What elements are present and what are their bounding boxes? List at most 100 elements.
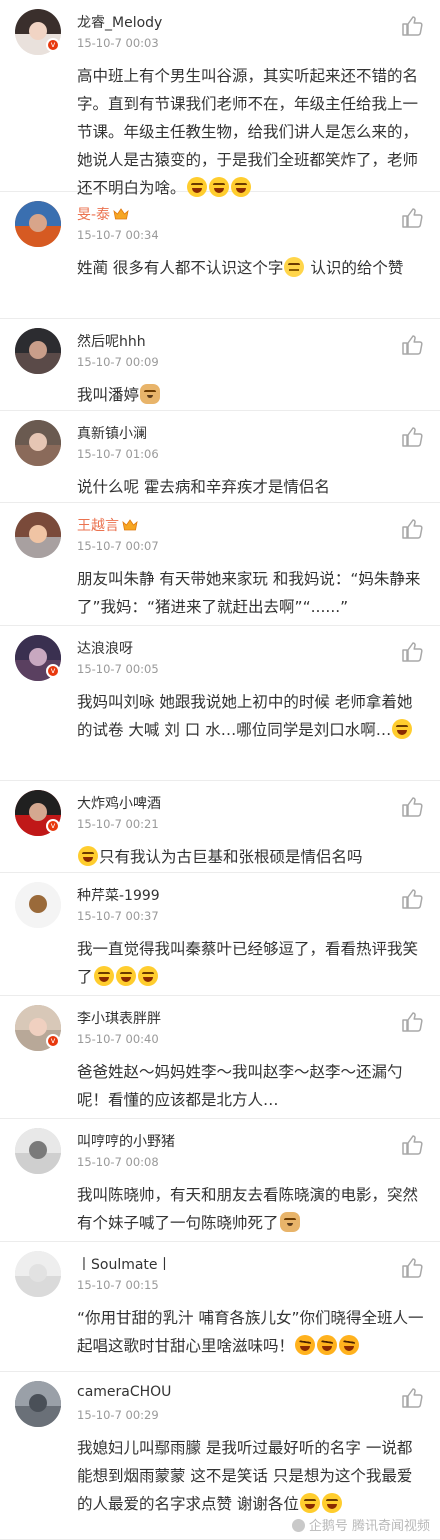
angry-emoji-icon xyxy=(295,1335,316,1355)
comment-time: 15-10-7 00:15 xyxy=(77,1278,159,1292)
comment-text: 我叫潘婷 xyxy=(77,381,427,409)
verified-badge-icon: v xyxy=(46,664,60,678)
username-text: 大炸鸡小啤酒 xyxy=(77,796,161,812)
like-button[interactable] xyxy=(400,795,424,819)
comment-item: 旻-泰 15-10-7 00:34 姓蔺 很多有人都不认识这个字 认识的给个赞 xyxy=(0,192,440,319)
watermark-text: 企鹅号 腾讯奇闻视频 xyxy=(308,1519,430,1534)
thumbs-up-icon xyxy=(400,642,424,668)
crown-icon xyxy=(122,519,138,531)
comment-item: 王越言 15-10-7 00:07 朋友叫朱静 有天带她来家玩 和我妈说：“妈朱静来… xyxy=(0,503,440,626)
comment-text: 我叫陈晓帅，有天和朋友去看陈晓演的电影，突然有个妹子喊了一句陈晓帅死了 xyxy=(77,1181,427,1237)
watermark: 企鹅号 腾讯奇闻视频 xyxy=(291,1515,430,1534)
avatar[interactable] xyxy=(15,1251,61,1297)
angry-emoji-icon xyxy=(317,1335,338,1355)
comment-text-main: 说什么呢 霍去病和辛弃疾才是情侣名 xyxy=(77,478,330,496)
avatar[interactable] xyxy=(15,512,61,558)
comment-text: 高中班上有个男生叫谷源，其实听起来还不错的名字。直到有节课我们老师不在，年级主任… xyxy=(77,62,427,202)
username-text: 王越言 xyxy=(77,518,119,534)
comment-item: v 达浪浪呀 15-10-7 00:05 我妈叫刘咏 她跟我说她上初中的时候 老师拿着… xyxy=(0,626,440,781)
comment-text-main: 我妈叫刘咏 她跟我说她上初中的时候 老师拿着她的试卷 大喊 刘 口 水…哪位同学… xyxy=(77,693,413,739)
username[interactable]: 大炸鸡小啤酒 xyxy=(77,793,161,813)
like-button[interactable] xyxy=(400,206,424,230)
comment-text-main: 朋友叫朱静 有天带她来家玩 和我妈说：“妈朱静来了”我妈：“猪进来了就赶出去啊”… xyxy=(77,570,421,616)
comment-text: 我媳妇儿叫鄢雨朦 是我听过最好听的名字 一说都能想到烟雨蒙蒙 这不是笑话 只是想… xyxy=(77,1434,427,1518)
username[interactable]: 然后呢hhh xyxy=(77,331,146,351)
username[interactable]: 叫哼哼的小野猪 xyxy=(77,1131,175,1151)
comment-text-main: 我叫潘婷 xyxy=(77,386,140,404)
comment-time: 15-10-7 00:40 xyxy=(77,1032,159,1046)
username[interactable]: 真新镇小澜 xyxy=(77,423,147,443)
comment-item: v 李小琪表胖胖 15-10-7 00:40 爸爸姓赵～妈妈姓李～我叫赵李～赵李～还漏… xyxy=(0,996,440,1119)
crown-icon xyxy=(113,208,129,220)
laugh-emoji-icon xyxy=(299,1493,320,1513)
thumbs-up-icon xyxy=(400,1388,424,1414)
username[interactable]: 王越言 xyxy=(77,515,138,535)
username-text: 李小琪表胖胖 xyxy=(77,1011,161,1027)
comment-text: 爸爸姓赵～妈妈姓李～我叫赵李～赵李～还漏勺呢！看懂的应该都是北方人… xyxy=(77,1058,427,1114)
like-button[interactable] xyxy=(400,333,424,357)
verified-badge-icon: v xyxy=(46,819,60,833)
comment-text: “你用甘甜的乳汁 哺育各族儿女”你们晓得全班人一起唱这歌时甘甜心里啥滋味吗！ xyxy=(77,1304,427,1360)
avatar[interactable] xyxy=(15,420,61,466)
thumbs-up-icon xyxy=(400,335,424,361)
laugh-emoji-icon xyxy=(93,966,114,986)
thumbs-up-icon xyxy=(400,1012,424,1038)
comment-time: 15-10-7 00:34 xyxy=(77,228,159,242)
verified-badge-icon: v xyxy=(46,1034,60,1048)
comment-time: 15-10-7 00:05 xyxy=(77,662,159,676)
like-button[interactable] xyxy=(400,887,424,911)
username[interactable]: cameraCHOU xyxy=(77,1384,171,1400)
username[interactable]: 李小琪表胖胖 xyxy=(77,1008,161,1028)
comment-text: 我妈叫刘咏 她跟我说她上初中的时候 老师拿着她的试卷 大喊 刘 口 水…哪位同学… xyxy=(77,688,427,744)
thumbs-up-icon xyxy=(400,1135,424,1161)
like-button[interactable] xyxy=(400,14,424,38)
penguin-logo-icon xyxy=(291,1519,305,1532)
like-button[interactable] xyxy=(400,640,424,664)
comment-text: 姓蔺 很多有人都不认识这个字 认识的给个赞 xyxy=(77,254,427,282)
username[interactable]: 丨Soulmate丨 xyxy=(77,1254,172,1274)
avatar[interactable] xyxy=(15,201,61,247)
thumbs-up-icon xyxy=(400,208,424,234)
comment-text-main: “你用甘甜的乳汁 哺育各族儿女”你们晓得全班人一起唱这歌时甘甜心里啥滋味吗！ xyxy=(77,1309,424,1355)
comment-text-main: 只有我认为古巨基和张根硕是情侣名吗 xyxy=(99,848,363,866)
laugh-emoji-icon xyxy=(78,846,98,866)
like-button[interactable] xyxy=(400,1133,424,1157)
comment-text-main: 高中班上有个男生叫谷源，其实听起来还不错的名字。直到有节课我们老师不在，年级主任… xyxy=(77,67,419,197)
angry-emoji-icon xyxy=(339,1335,360,1355)
avatar[interactable] xyxy=(15,1128,61,1174)
username[interactable]: 种芹菜-1999 xyxy=(77,885,160,905)
username-text: 种芹菜-1999 xyxy=(77,888,160,904)
thumbs-up-icon xyxy=(400,1258,424,1284)
comment-time: 15-10-7 00:03 xyxy=(77,36,159,50)
username[interactable]: 达浪浪呀 xyxy=(77,638,133,658)
comment-time: 15-10-7 00:09 xyxy=(77,355,159,369)
username[interactable]: 旻-泰 xyxy=(77,204,129,224)
verified-badge-icon: v xyxy=(46,38,60,52)
like-button[interactable] xyxy=(400,1386,424,1410)
comment-text-main: 姓蔺 很多有人都不认识这个字 xyxy=(77,259,284,277)
comment-text: 只有我认为古巨基和张根硕是情侣名吗 xyxy=(77,843,427,871)
comment-text-tail: 认识的给个赞 xyxy=(305,259,404,277)
comment-item: 真新镇小澜 15-10-7 01:06 说什么呢 霍去病和辛弃疾才是情侣名 xyxy=(0,411,440,503)
comment-text-main: 我叫陈晓帅，有天和朋友去看陈晓演的电影，突然有个妹子喊了一句陈晓帅死了 xyxy=(77,1186,419,1232)
comment-time: 15-10-7 00:08 xyxy=(77,1155,159,1169)
avatar[interactable] xyxy=(15,328,61,374)
comment-list: v 龙睿_Melody 15-10-7 00:03 高中班上有个男生叫谷源，其实听起来… xyxy=(0,0,440,1540)
thumbs-up-icon xyxy=(400,16,424,42)
like-button[interactable] xyxy=(400,1010,424,1034)
think-emoji-icon xyxy=(284,257,305,277)
like-button[interactable] xyxy=(400,517,424,541)
avatar[interactable] xyxy=(15,882,61,928)
comment-time: 15-10-7 00:29 xyxy=(77,1408,159,1422)
comment-text: 说什么呢 霍去病和辛弃疾才是情侣名 xyxy=(77,473,427,501)
like-button[interactable] xyxy=(400,1256,424,1280)
like-button[interactable] xyxy=(400,425,424,449)
laugh-emoji-icon xyxy=(115,966,136,986)
username-text: 龙睿_Melody xyxy=(77,15,163,31)
username[interactable]: 龙睿_Melody xyxy=(77,12,162,32)
username-text: 丨Soulmate丨 xyxy=(77,1257,172,1273)
avatar[interactable] xyxy=(15,1381,61,1427)
username-text: 达浪浪呀 xyxy=(77,641,133,657)
username-text: cameraCHOU xyxy=(77,1384,172,1400)
comment-text: 朋友叫朱静 有天带她来家玩 和我妈说：“妈朱静来了”我妈：“猪进来了就赶出去啊”… xyxy=(77,565,427,621)
